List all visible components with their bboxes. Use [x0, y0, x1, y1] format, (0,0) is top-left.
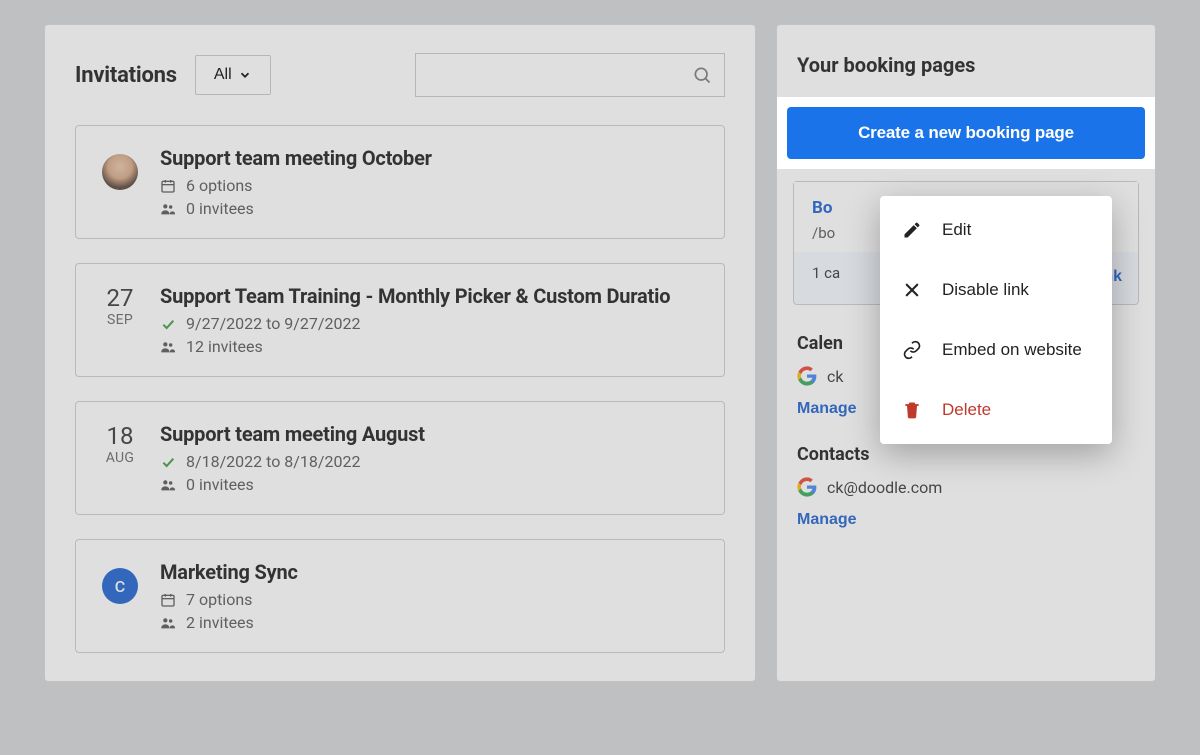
calendar-icon — [160, 178, 176, 194]
invitation-card[interactable]: 27 SEP Support Team Training - Monthly P… — [75, 263, 725, 377]
calendar-account-text: ck — [827, 367, 843, 386]
link-icon — [902, 340, 922, 360]
trash-icon — [902, 400, 922, 420]
invitation-card[interactable]: Support team meeting October 6 options 0… — [75, 125, 725, 239]
search-icon — [692, 65, 712, 85]
invitation-title: Support team meeting October — [160, 146, 700, 170]
calendar-icon — [160, 592, 176, 608]
ctx-delete[interactable]: Delete — [880, 380, 1112, 440]
ctx-embed[interactable]: Embed on website — [880, 320, 1112, 380]
ctx-edit[interactable]: Edit — [880, 200, 1112, 260]
date-range: 9/27/2022 to 9/27/2022 — [186, 314, 360, 333]
avatar — [102, 154, 138, 190]
invitation-card[interactable]: 18 AUG Support team meeting August 8/18/… — [75, 401, 725, 515]
invitees-text: 0 invitees — [186, 199, 254, 218]
ctx-delete-label: Delete — [942, 400, 991, 420]
google-icon — [797, 477, 817, 497]
contacts-heading: Contacts — [797, 444, 1139, 465]
date-month: SEP — [100, 312, 140, 328]
manage-calendars-link[interactable]: Manage — [797, 400, 857, 418]
manage-contacts-link[interactable]: Manage — [797, 511, 857, 529]
search-input[interactable] — [428, 67, 692, 84]
options-text: 6 options — [186, 176, 252, 195]
date-month: AUG — [100, 450, 140, 466]
invitations-heading: Invitations — [75, 63, 177, 88]
pencil-icon — [902, 220, 922, 240]
contact-account-text: ck@doodle.com — [827, 478, 942, 497]
people-icon — [160, 201, 176, 217]
filter-label: All — [214, 66, 232, 84]
create-booking-page-button[interactable]: Create a new booking page — [787, 107, 1145, 159]
people-icon — [160, 477, 176, 493]
ctx-embed-label: Embed on website — [942, 340, 1082, 360]
invitation-title: Support team meeting August — [160, 422, 700, 446]
ctx-disable-label: Disable link — [942, 280, 1029, 300]
date-block: 27 SEP — [100, 284, 140, 328]
contact-account-row: ck@doodle.com — [797, 477, 1139, 497]
options-text: 7 options — [186, 590, 252, 609]
invitations-panel: Invitations All Support team meeting Oct… — [44, 24, 756, 682]
search-box[interactable] — [415, 53, 725, 97]
check-icon — [160, 316, 176, 332]
people-icon — [160, 339, 176, 355]
filter-dropdown[interactable]: All — [195, 55, 271, 95]
people-icon — [160, 615, 176, 631]
date-day: 27 — [100, 284, 140, 312]
invitation-title: Marketing Sync — [160, 560, 700, 584]
booking-pages-heading: Your booking pages — [793, 53, 1139, 77]
check-icon — [160, 454, 176, 470]
close-icon — [902, 280, 922, 300]
invitation-card[interactable]: C Marketing Sync 7 options 2 invitees — [75, 539, 725, 653]
ctx-edit-label: Edit — [942, 220, 971, 240]
date-day: 18 — [100, 422, 140, 450]
google-icon — [797, 366, 817, 386]
ctx-disable-link[interactable]: Disable link — [880, 260, 1112, 320]
date-range: 8/18/2022 to 8/18/2022 — [186, 452, 360, 471]
invitees-text: 2 invitees — [186, 613, 254, 632]
invitation-title: Support Team Training - Monthly Picker &… — [160, 284, 700, 308]
invitees-text: 0 invitees — [186, 475, 254, 494]
avatar: C — [102, 568, 138, 604]
invitees-text: 12 invitees — [186, 337, 263, 356]
booking-page-context-menu: Edit Disable link Embed on website Delet… — [880, 196, 1112, 444]
date-block: 18 AUG — [100, 422, 140, 466]
chevron-down-icon — [238, 68, 252, 82]
